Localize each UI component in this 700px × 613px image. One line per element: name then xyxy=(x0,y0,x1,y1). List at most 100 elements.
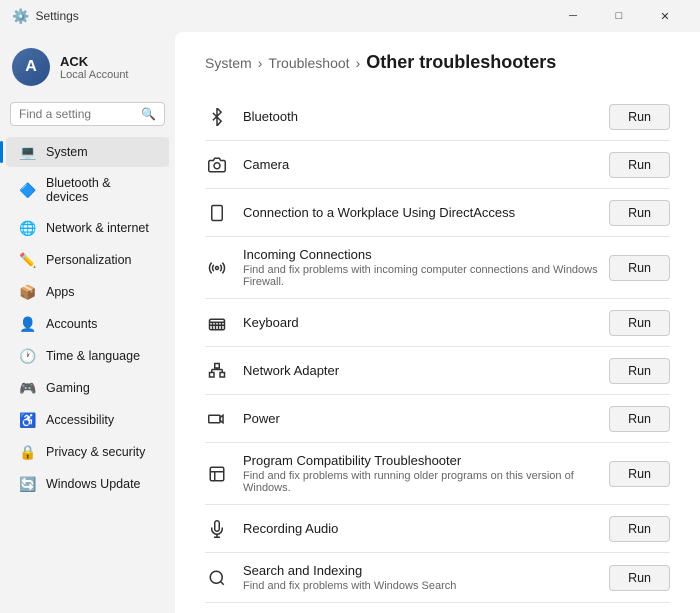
apps-icon: 📦 xyxy=(20,284,36,300)
user-name: ACK xyxy=(60,54,129,69)
list-item: Search and Indexing Find and fix problem… xyxy=(205,553,670,603)
sidebar-item-label: Accounts xyxy=(46,317,97,331)
ts-item-desc: Find and fix problems with running older… xyxy=(243,470,609,494)
sidebar-item-system[interactable]: 💻 System xyxy=(6,137,169,167)
list-item: Power Run xyxy=(205,395,670,443)
ts-item-text: Keyboard xyxy=(243,315,299,330)
ts-item-name: Bluetooth xyxy=(243,109,298,124)
ts-item-name: Keyboard xyxy=(243,315,299,330)
ts-item-left: Bluetooth xyxy=(205,105,609,129)
sidebar-item-apps[interactable]: 📦 Apps xyxy=(6,277,169,307)
ts-item-left: Recording Audio xyxy=(205,517,609,541)
list-item: Recording Audio Run xyxy=(205,505,670,553)
run-button[interactable]: Run xyxy=(609,255,670,281)
sidebar-item-privacy[interactable]: 🔒 Privacy & security xyxy=(6,437,169,467)
sidebar-item-update[interactable]: 🔄 Windows Update xyxy=(6,469,169,499)
sidebar-item-label: Privacy & security xyxy=(46,445,145,459)
ts-item-text: Program Compatibility Troubleshooter Fin… xyxy=(243,453,609,494)
search-box[interactable]: 🔍 xyxy=(10,102,165,126)
run-button[interactable]: Run xyxy=(609,461,670,487)
close-button[interactable]: ✕ xyxy=(642,0,688,32)
user-role: Local Account xyxy=(60,69,129,81)
sidebar-item-label: Network & internet xyxy=(46,221,149,235)
sidebar-item-accessibility[interactable]: ♿ Accessibility xyxy=(6,405,169,435)
title-bar: ⚙️ Settings ─ □ ✕ xyxy=(0,0,700,32)
ts-item-name: Network Adapter xyxy=(243,363,339,378)
gaming-icon: 🎮 xyxy=(20,380,36,396)
run-button[interactable]: Run xyxy=(609,565,670,591)
incoming-ts-icon xyxy=(205,256,229,280)
run-button[interactable]: Run xyxy=(609,406,670,432)
ts-item-desc: Find and fix problems with Windows Searc… xyxy=(243,580,456,592)
sidebar-item-label: Personalization xyxy=(46,253,131,267)
maximize-button[interactable]: □ xyxy=(596,0,642,32)
list-item: Keyboard Run xyxy=(205,299,670,347)
network-ts-icon xyxy=(205,359,229,383)
ts-item-name: Recording Audio xyxy=(243,521,338,536)
troubleshooter-list: Bluetooth Run Camera Run xyxy=(205,93,670,613)
network-icon: 🌐 xyxy=(20,220,36,236)
ts-item-name: Program Compatibility Troubleshooter xyxy=(243,453,609,468)
run-button[interactable]: Run xyxy=(609,104,670,130)
connection-ts-icon xyxy=(205,201,229,225)
avatar: A xyxy=(12,48,50,86)
ts-item-left: Network Adapter xyxy=(205,359,609,383)
breadcrumb-system[interactable]: System xyxy=(205,55,252,71)
breadcrumb-sep-2: › xyxy=(356,55,361,71)
breadcrumb-troubleshoot[interactable]: Troubleshoot xyxy=(268,55,349,71)
sidebar-item-label: Apps xyxy=(46,285,75,299)
ts-item-name: Connection to a Workplace Using DirectAc… xyxy=(243,205,515,220)
breadcrumb-current: Other troubleshooters xyxy=(366,52,556,73)
app-icon: ⚙️ xyxy=(12,8,29,25)
sidebar-item-accounts[interactable]: 👤 Accounts xyxy=(6,309,169,339)
run-button[interactable]: Run xyxy=(609,200,670,226)
sidebar-item-time[interactable]: 🕐 Time & language xyxy=(6,341,169,371)
run-button[interactable]: Run xyxy=(609,516,670,542)
ts-item-left: Connection to a Workplace Using DirectAc… xyxy=(205,201,609,225)
app-container: A ACK Local Account 🔍 💻 System 🔷 Bluetoo… xyxy=(0,32,700,613)
system-icon: 💻 xyxy=(20,144,36,160)
list-item: Camera Run xyxy=(205,141,670,189)
user-info: ACK Local Account xyxy=(60,54,129,81)
audio-ts-icon xyxy=(205,517,229,541)
list-item: Incoming Connections Find and fix proble… xyxy=(205,237,670,299)
personalization-icon: ✏️ xyxy=(20,252,36,268)
ts-item-left: Keyboard xyxy=(205,311,609,335)
search-icon: 🔍 xyxy=(141,107,156,121)
sidebar-item-label: Time & language xyxy=(46,349,140,363)
ts-item-text: Incoming Connections Find and fix proble… xyxy=(243,247,609,288)
run-button[interactable]: Run xyxy=(609,358,670,384)
ts-item-left: Search and Indexing Find and fix problem… xyxy=(205,563,609,592)
sidebar-item-bluetooth[interactable]: 🔷 Bluetooth & devices xyxy=(6,169,169,211)
ts-item-name: Power xyxy=(243,411,280,426)
bluetooth-ts-icon xyxy=(205,105,229,129)
list-item: Shared Folders Run xyxy=(205,603,670,613)
ts-item-text: Network Adapter xyxy=(243,363,339,378)
sidebar: A ACK Local Account 🔍 💻 System 🔷 Bluetoo… xyxy=(0,32,175,613)
ts-item-text: Connection to a Workplace Using DirectAc… xyxy=(243,205,515,220)
sidebar-item-gaming[interactable]: 🎮 Gaming xyxy=(6,373,169,403)
title-bar-controls: ─ □ ✕ xyxy=(550,0,688,32)
breadcrumb: System › Troubleshoot › Other troublesho… xyxy=(205,52,670,73)
ts-item-text: Power xyxy=(243,411,280,426)
keyboard-ts-icon xyxy=(205,311,229,335)
ts-item-text: Search and Indexing Find and fix problem… xyxy=(243,563,456,592)
ts-item-text: Recording Audio xyxy=(243,521,338,536)
user-profile: A ACK Local Account xyxy=(0,40,175,102)
breadcrumb-sep-1: › xyxy=(258,55,263,71)
ts-item-name: Search and Indexing xyxy=(243,563,456,578)
sidebar-item-personalization[interactable]: ✏️ Personalization xyxy=(6,245,169,275)
power-ts-icon xyxy=(205,407,229,431)
search-ts-icon xyxy=(205,566,229,590)
search-input[interactable] xyxy=(19,107,135,121)
ts-item-name: Camera xyxy=(243,157,289,172)
sidebar-item-label: Gaming xyxy=(46,381,90,395)
sidebar-item-network[interactable]: 🌐 Network & internet xyxy=(6,213,169,243)
camera-ts-icon xyxy=(205,153,229,177)
minimize-button[interactable]: ─ xyxy=(550,0,596,32)
run-button[interactable]: Run xyxy=(609,310,670,336)
run-button[interactable]: Run xyxy=(609,152,670,178)
title-bar-left: ⚙️ Settings xyxy=(12,8,79,25)
ts-item-text: Bluetooth xyxy=(243,109,298,124)
ts-item-text: Camera xyxy=(243,157,289,172)
